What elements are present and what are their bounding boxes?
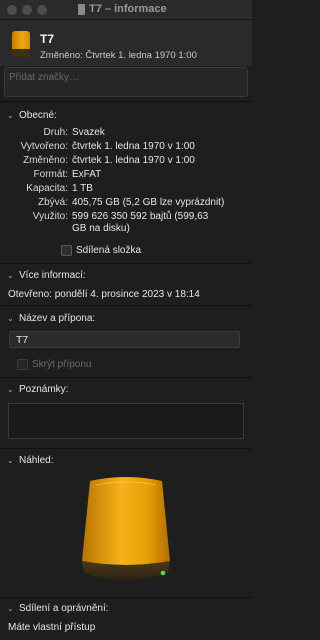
- item-name: T7: [40, 32, 55, 46]
- general-key-kind: Druh:: [43, 127, 68, 138]
- name-input[interactable]: T7: [9, 331, 240, 348]
- info-header: T7 Změněno: Čtvrtek 1. ledna 1970 1:00: [0, 20, 252, 66]
- section-name-ext-toggle[interactable]: ⌄ Název a přípona:: [7, 313, 95, 324]
- hide-extension-checkbox[interactable]: [17, 359, 28, 370]
- sharing-access-text: Máte vlastní přístup: [8, 622, 96, 633]
- divider: [0, 101, 252, 102]
- section-sharing-label: Sdílení a oprávnění:: [19, 603, 109, 614]
- section-name-ext-label: Název a přípona:: [19, 313, 96, 324]
- chevron-down-icon: ⌄: [7, 314, 14, 323]
- chevron-down-icon: ⌄: [7, 385, 14, 394]
- section-preview-toggle[interactable]: ⌄ Náhled:: [7, 455, 53, 466]
- window-title: T7 – informace: [78, 3, 167, 15]
- drive-icon: [78, 3, 85, 15]
- divider: [0, 448, 252, 449]
- chevron-down-icon: ⌄: [7, 456, 14, 465]
- tags-field[interactable]: Přidat značky…: [4, 67, 248, 97]
- general-value-capacity: 1 TB: [72, 183, 93, 194]
- general-key-used: Využito:: [32, 211, 68, 222]
- window-title-text: T7 – informace: [89, 3, 167, 15]
- tags-placeholder: Přidat značky…: [9, 72, 80, 83]
- hide-extension-label: Skrýt příponu: [32, 359, 92, 370]
- general-value-created: čtvrtek 1. ledna 1970 v 1:00: [72, 141, 195, 152]
- divider: [0, 377, 252, 378]
- drive-led: [160, 570, 166, 576]
- general-value-modified: čtvrtek 1. ledna 1970 v 1:00: [72, 155, 195, 166]
- general-value-used-line1: 599 626 350 592 bajtů (599,63: [72, 211, 209, 222]
- name-input-value: T7: [16, 334, 29, 346]
- general-key-modified: Změněno:: [22, 155, 68, 166]
- section-preview-label: Náhled:: [19, 455, 54, 466]
- general-value-used-line2: GB na disku): [72, 223, 130, 234]
- section-general-toggle[interactable]: ⌄ Obecné:: [7, 110, 57, 121]
- section-more-info-label: Více informací:: [19, 270, 86, 281]
- close-window-button[interactable]: [7, 5, 17, 15]
- chevron-down-icon: ⌄: [7, 271, 14, 280]
- general-key-format: Formát:: [33, 169, 68, 180]
- section-comments-label: Poznámky:: [19, 384, 69, 395]
- section-general-label: Obecné:: [19, 110, 57, 121]
- section-sharing-toggle[interactable]: ⌄ Sdílení a oprávnění:: [7, 603, 109, 614]
- shared-folder-checkbox[interactable]: [61, 245, 72, 256]
- general-key-available: Zbývá:: [37, 197, 68, 208]
- general-value-format: ExFAT: [72, 169, 102, 180]
- divider: [0, 597, 252, 598]
- title-bar: T7 – informace: [0, 0, 252, 20]
- drive-preview-image: [82, 477, 170, 580]
- external-drive-icon: [10, 31, 32, 57]
- comments-textarea[interactable]: [8, 403, 244, 439]
- general-value-available: 405,75 GB (5,2 GB lze vyprázdnit): [72, 197, 225, 208]
- chevron-down-icon: ⌄: [7, 604, 14, 613]
- section-comments-toggle[interactable]: ⌄ Poznámky:: [7, 384, 68, 395]
- minimize-window-button[interactable]: [22, 5, 32, 15]
- divider: [0, 305, 252, 306]
- general-value-kind: Svazek: [72, 127, 105, 138]
- general-key-created: Vytvořeno:: [20, 141, 68, 152]
- divider: [0, 263, 252, 264]
- chevron-down-icon: ⌄: [7, 111, 14, 120]
- item-modified: Změněno: Čtvrtek 1. ledna 1970 1:00: [40, 50, 197, 61]
- opened-date: Otevřeno: pondělí 4. prosince 2023 v 18:…: [8, 289, 200, 300]
- shared-folder-label: Sdílená složka: [76, 245, 142, 256]
- section-more-info-toggle[interactable]: ⌄ Více informací:: [7, 270, 86, 281]
- zoom-window-button[interactable]: [37, 5, 47, 15]
- general-key-capacity: Kapacita:: [26, 183, 68, 194]
